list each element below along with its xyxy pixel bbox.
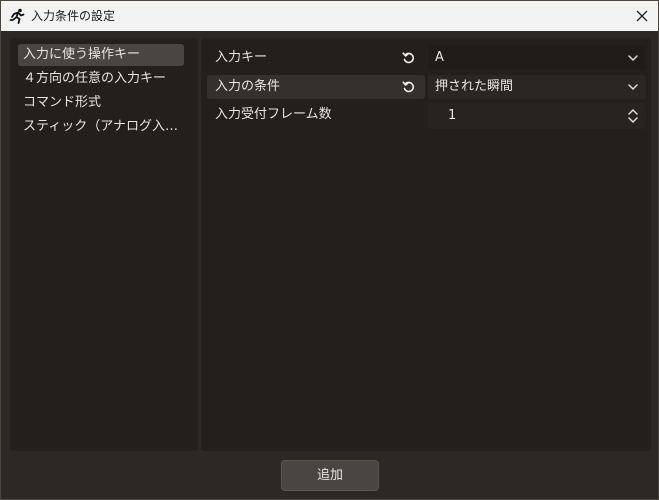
dialog-window: 入力条件の設定 入力に使う操作キー ４方向の任意の入力キー コマンド形式 スティ… — [0, 0, 659, 500]
chevron-down-icon — [628, 84, 638, 91]
settings-panel: 入力キー A 入力の条件 押された瞬間 入力受付フレーム数 1 — [201, 38, 651, 451]
condition-row: 入力の条件 押された瞬間 — [207, 75, 646, 99]
list-item-four-direction[interactable]: ４方向の任意の入力キー — [18, 68, 184, 90]
window-title: 入力条件の設定 — [31, 9, 116, 23]
reset-icon — [402, 52, 414, 64]
close-button[interactable] — [630, 4, 654, 28]
list-item-stick-analog[interactable]: スティック（アナログ入… — [18, 116, 184, 138]
frames-value: 1 — [448, 108, 457, 123]
running-figure-icon — [9, 8, 25, 24]
frames-row: 入力受付フレーム数 1 — [207, 103, 646, 129]
condition-select[interactable]: 押された瞬間 — [428, 75, 646, 99]
input-key-value: A — [435, 50, 444, 65]
spinner-arrows-icon[interactable] — [627, 108, 639, 124]
close-icon — [636, 10, 648, 22]
list-item-command[interactable]: コマンド形式 — [18, 92, 184, 114]
input-key-select[interactable]: A — [428, 46, 646, 70]
input-key-reset-button[interactable] — [401, 50, 417, 66]
input-key-label: 入力キー — [215, 50, 268, 65]
condition-label: 入力の条件 — [207, 75, 425, 99]
input-key-row: 入力キー A — [207, 46, 646, 70]
chevron-down-icon — [628, 55, 638, 62]
condition-reset-button[interactable] — [401, 79, 417, 95]
add-button[interactable]: 追加 — [281, 460, 379, 491]
frames-spinner[interactable]: 1 — [428, 103, 646, 129]
reset-icon — [402, 81, 414, 93]
condition-value: 押された瞬間 — [435, 79, 514, 94]
frames-label: 入力受付フレーム数 — [215, 107, 332, 122]
dialog-footer: 追加 — [1, 451, 658, 499]
list-item-input-keys[interactable]: 入力に使う操作キー — [18, 44, 184, 66]
title-bar: 入力条件の設定 — [1, 1, 658, 31]
